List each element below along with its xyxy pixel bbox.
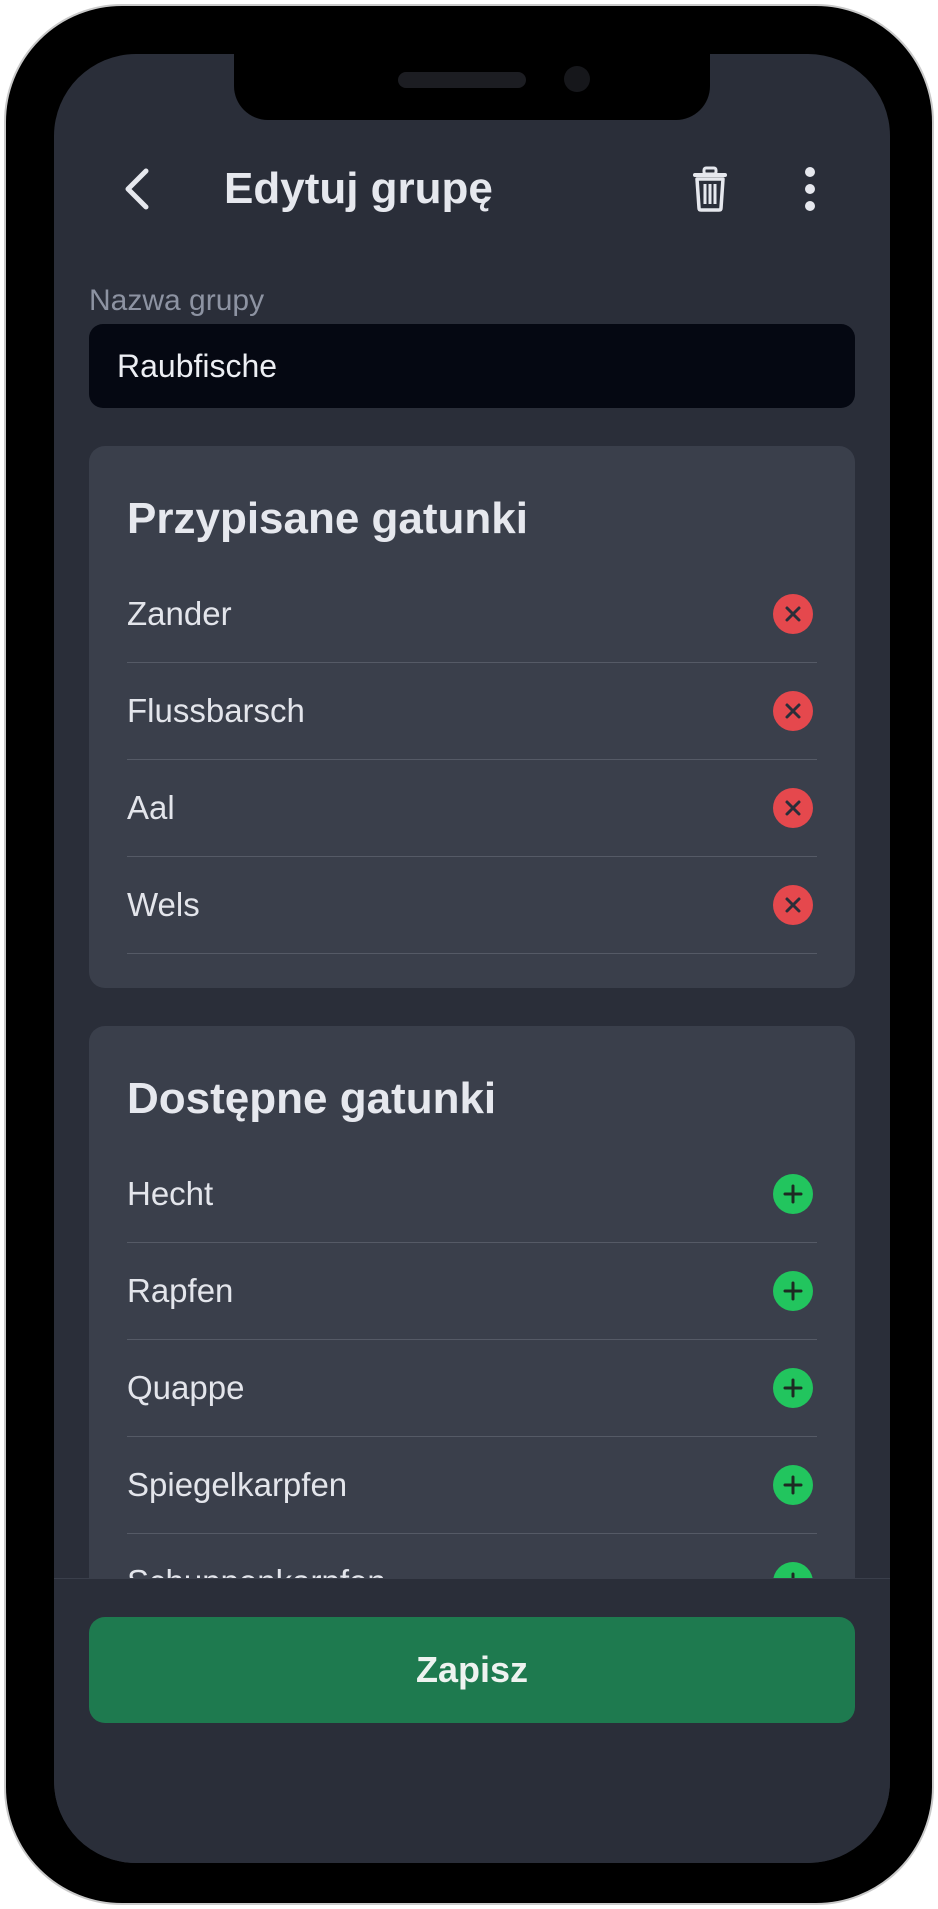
back-button[interactable] <box>114 167 158 211</box>
chevron-left-icon <box>125 168 149 210</box>
species-name: Flussbarsch <box>127 692 305 729</box>
page-title: Edytuj grupę <box>224 164 493 213</box>
remove-species-button[interactable] <box>773 691 813 731</box>
plus-icon <box>783 1475 803 1495</box>
front-camera <box>564 66 590 92</box>
species-name: Rapfen <box>127 1272 234 1309</box>
assigned-species-card: Przypisane gatunki Zander Flussbarsch Aa… <box>89 446 855 988</box>
group-name-input[interactable] <box>89 324 855 408</box>
species-name: Aal <box>127 789 175 826</box>
remove-species-button[interactable] <box>773 885 813 925</box>
add-species-button[interactable] <box>773 1271 813 1311</box>
add-species-button[interactable] <box>773 1368 813 1408</box>
plus-icon <box>783 1184 803 1204</box>
available-species-row: Hecht <box>127 1146 817 1243</box>
add-species-button[interactable] <box>773 1465 813 1505</box>
species-name: Wels <box>127 886 200 923</box>
remove-species-button[interactable] <box>773 594 813 634</box>
assigned-species-title: Przypisane gatunki <box>127 494 529 543</box>
available-species-title: Dostępne gatunki <box>127 1074 497 1123</box>
bottom-action-bar: Zapisz <box>54 1578 890 1863</box>
group-name-label: Nazwa grupy <box>89 284 265 317</box>
add-species-button[interactable] <box>773 1174 813 1214</box>
species-name: Quappe <box>127 1369 245 1406</box>
notch <box>234 54 710 120</box>
available-species-row: Rapfen <box>127 1243 817 1340</box>
close-icon <box>785 800 801 816</box>
species-name: Zander <box>127 595 232 632</box>
save-button[interactable]: Zapisz <box>89 1617 855 1723</box>
available-species-row: Quappe <box>127 1340 817 1437</box>
assigned-species-row: Aal <box>127 760 817 857</box>
assigned-species-row: Flussbarsch <box>127 663 817 760</box>
app-screen: Edytuj grupę Nazwa grupy Raubfische Przy… <box>54 54 890 1863</box>
delete-group-button[interactable] <box>684 163 736 215</box>
species-name: Spiegelkarpfen <box>127 1466 348 1503</box>
phone-frame: Edytuj grupę Nazwa grupy Raubfische Przy… <box>4 4 934 1905</box>
close-icon <box>785 703 801 719</box>
speaker <box>398 72 526 88</box>
app-header: Edytuj grupę <box>54 149 890 229</box>
trash-icon <box>693 166 727 212</box>
remove-species-button[interactable] <box>773 788 813 828</box>
close-icon <box>785 897 801 913</box>
assigned-species-row: Zander <box>127 566 817 663</box>
available-species-row: Spiegelkarpfen <box>127 1437 817 1534</box>
assigned-species-row: Wels <box>127 857 817 954</box>
species-name: Hecht <box>127 1175 214 1212</box>
more-options-button[interactable] <box>784 163 836 215</box>
plus-icon <box>783 1378 803 1398</box>
plus-icon <box>783 1281 803 1301</box>
more-vertical-icon <box>805 167 815 211</box>
close-icon <box>785 606 801 622</box>
